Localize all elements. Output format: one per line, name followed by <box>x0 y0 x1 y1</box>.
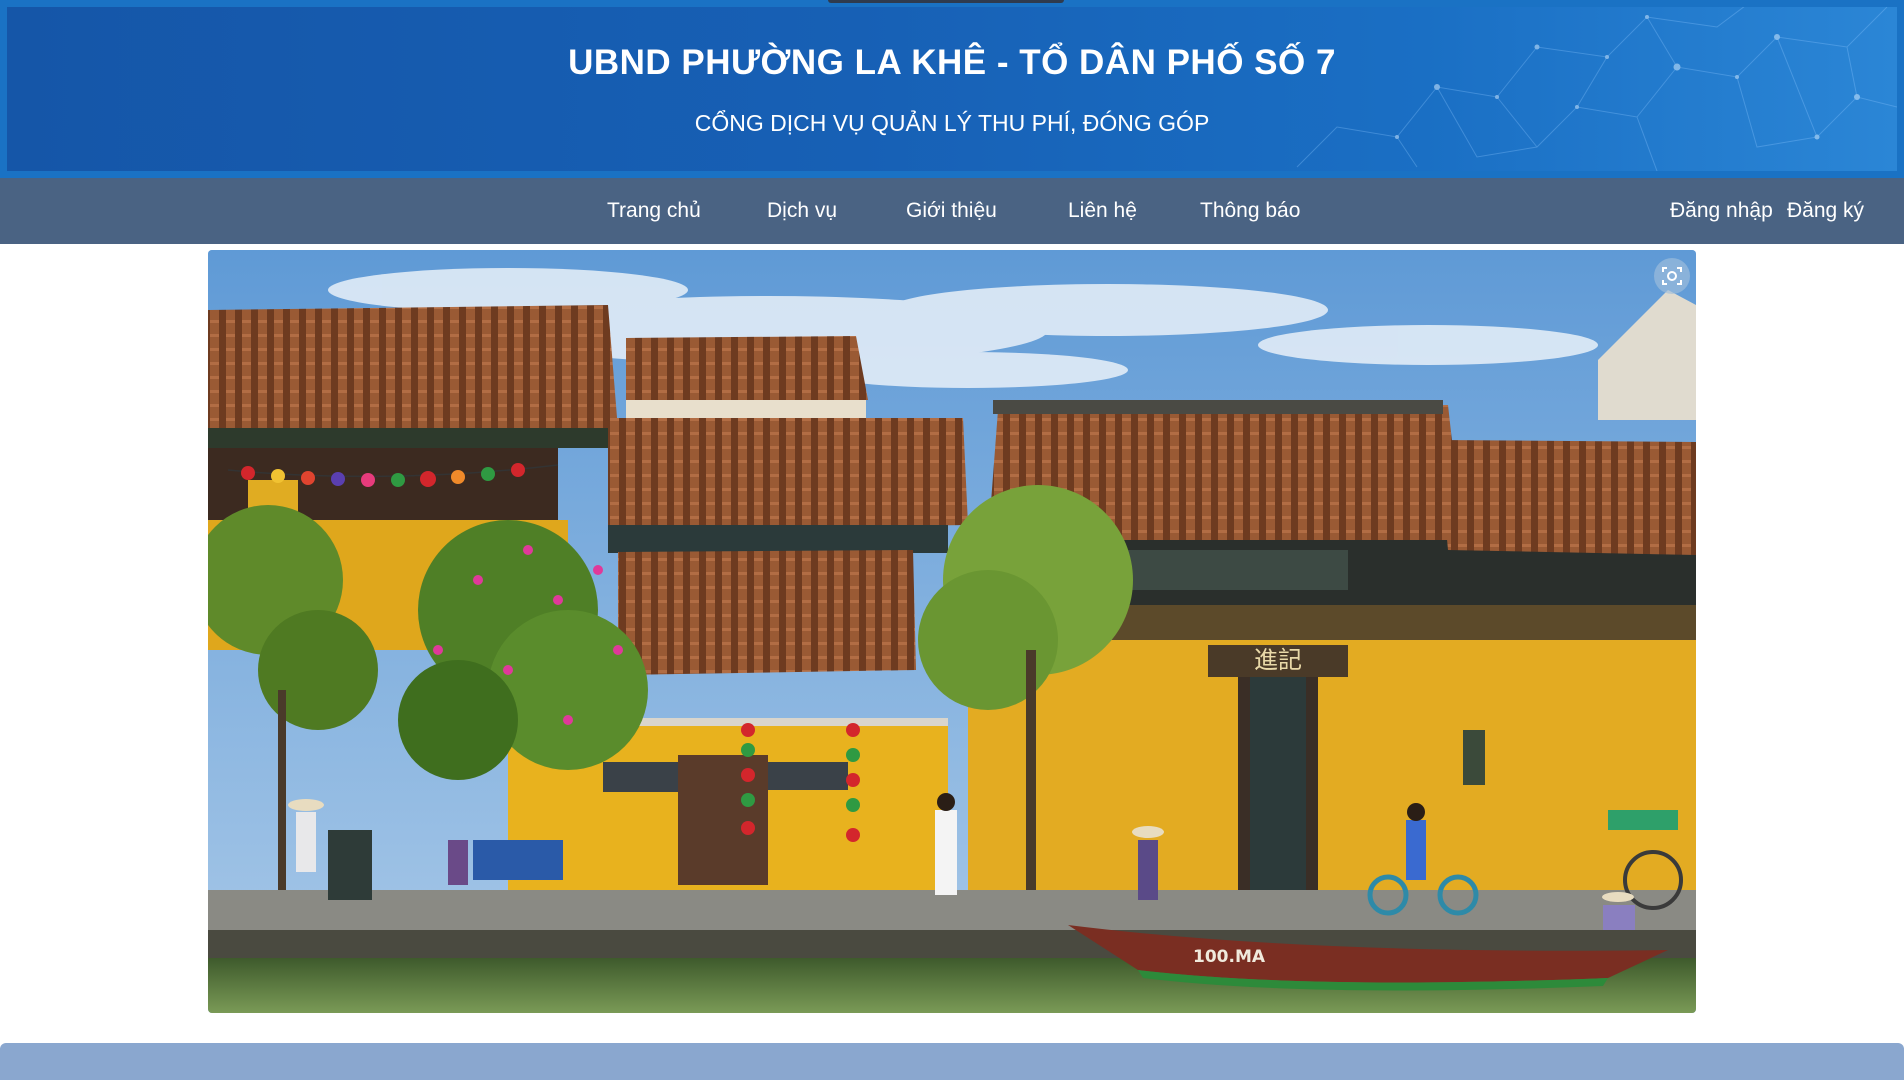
main-navigation: Trang chủ Dịch vụ Giới thiệu Liên hệ Thô… <box>0 178 1904 244</box>
camera-scan-icon <box>1662 267 1682 285</box>
hero-image: 進記 100.MA <box>208 250 1696 1013</box>
nav-item-services[interactable]: Dịch vụ <box>767 178 837 244</box>
network-pattern-decoration <box>1296 7 1897 171</box>
page-subtitle: CỔNG DỊCH VỤ QUẢN LÝ THU PHÍ, ĐÓNG GÓP <box>694 110 1210 136</box>
register-link[interactable]: Đăng ký <box>1787 178 1864 244</box>
nav-item-notifications[interactable]: Thông báo <box>1200 178 1300 244</box>
boat-registration-text: 100.MA <box>1193 947 1266 967</box>
footer-section-top <box>0 1043 1904 1080</box>
nav-item-about[interactable]: Giới thiệu <box>906 178 997 244</box>
login-link[interactable]: Đăng nhập <box>1670 178 1773 244</box>
screenshot-capture-icon[interactable] <box>1654 258 1690 294</box>
header-banner: UBND PHƯỜNG LA KHÊ - TỔ DÂN PHỐ SỐ 7 CỔN… <box>7 7 1897 171</box>
nav-item-home[interactable]: Trang chủ <box>607 178 701 244</box>
page-title: UBND PHƯỜNG LA KHÊ - TỔ DÂN PHỐ SỐ 7 <box>568 43 1336 82</box>
top-scroll-indicator <box>828 0 1064 3</box>
header-banner-frame: UBND PHƯỜNG LA KHÊ - TỔ DÂN PHỐ SỐ 7 CỔN… <box>0 0 1904 178</box>
nav-item-contact[interactable]: Liên hệ <box>1068 178 1137 244</box>
shop-sign-text: 進記 <box>1254 646 1302 674</box>
street <box>208 890 1696 930</box>
